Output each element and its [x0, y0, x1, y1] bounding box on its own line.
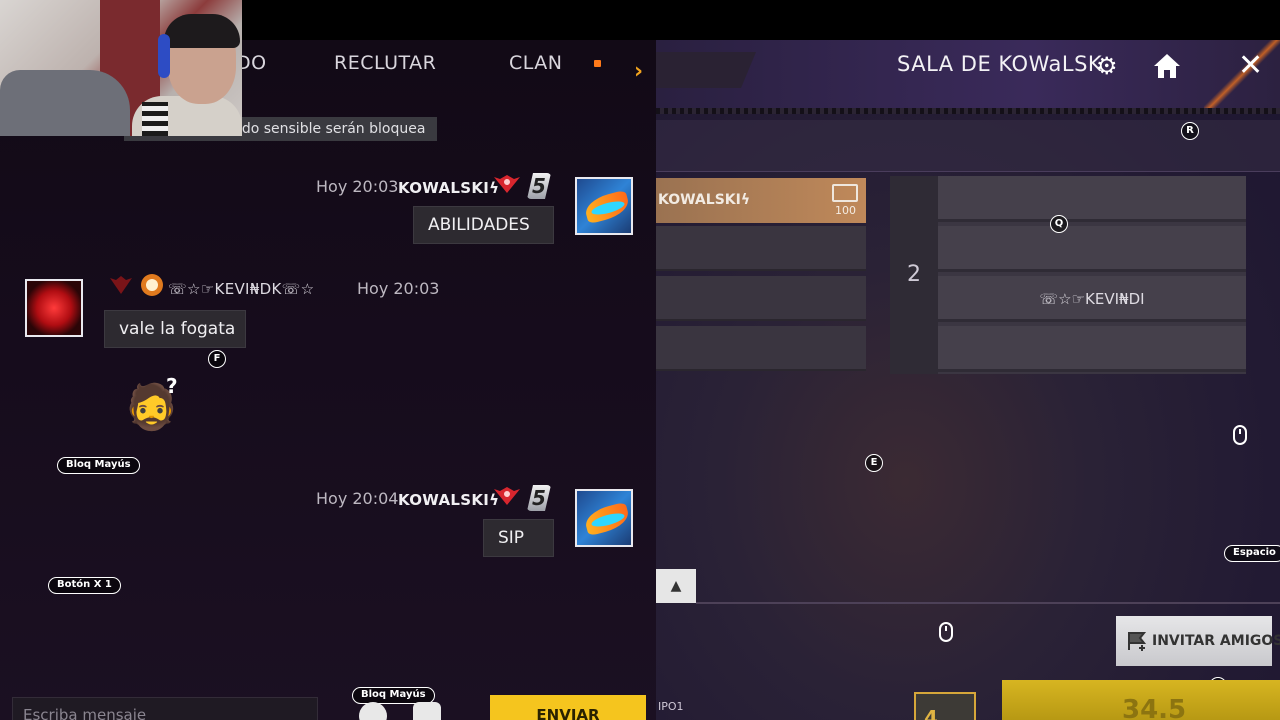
- player-slot-empty[interactable]: [938, 226, 1246, 272]
- rank-badge-icon: [110, 276, 132, 294]
- divider: [696, 602, 1280, 604]
- invite-label: INVITAR AMIGOS: [1152, 633, 1280, 649]
- corner-label: IPO1: [658, 700, 684, 713]
- message-bubble: ABILIDADES: [413, 206, 554, 244]
- lobby-tag: [656, 52, 756, 88]
- webcam-hair: [164, 14, 240, 48]
- tab-reclutar[interactable]: RECLUTAR: [334, 52, 436, 74]
- avatar[interactable]: [575, 489, 633, 547]
- level-badge: 5: [527, 485, 551, 511]
- player-slot-kevi[interactable]: ☏☆☞KEVI₦DI: [938, 276, 1246, 322]
- key-hint-space: Espacio: [1224, 545, 1280, 562]
- flag-add-icon: [1128, 632, 1147, 651]
- player-slot-empty[interactable]: [656, 326, 866, 371]
- home-icon[interactable]: [1152, 52, 1182, 80]
- player-slot-host[interactable]: KOWALSKIϟ 100: [656, 178, 866, 223]
- key-hint-e: E: [865, 454, 883, 472]
- invite-friends-button[interactable]: INVITAR AMIGOS: [1116, 616, 1280, 666]
- webcam-shirt-stripe: [142, 102, 168, 136]
- message-sender[interactable]: KOWALSKIϟ: [398, 491, 499, 509]
- message-time: Hoy 20:04: [316, 489, 399, 508]
- level-badge: 5: [527, 173, 551, 199]
- team-number: 2: [890, 176, 938, 374]
- key-hint-q: Q: [1050, 215, 1068, 233]
- scroll-up-button[interactable]: ▲: [656, 569, 696, 603]
- team-2-panel: 2 ☏☆☞KEVI₦DI: [890, 176, 1246, 374]
- host-name: KOWALSKIϟ: [658, 192, 751, 208]
- message-bubble: vale la fogata: [104, 310, 246, 348]
- monitor-icon: [832, 184, 858, 202]
- gear-icon[interactable]: ⚙: [1096, 54, 1120, 78]
- message-time: Hoy 20:03: [316, 177, 399, 196]
- close-icon[interactable]: ✕: [1238, 51, 1264, 81]
- emblem-icon: [141, 274, 163, 296]
- cube-count: 4: [924, 706, 938, 720]
- send-button[interactable]: ENVIAR: [490, 695, 646, 720]
- key-hint-button-x1: Botón X 1: [48, 577, 121, 594]
- headset-icon: [158, 34, 170, 78]
- player-slot-empty[interactable]: [938, 176, 1246, 222]
- webcam-overlay: [0, 0, 242, 136]
- player-slot-empty[interactable]: [656, 226, 866, 271]
- key-hint-caps: Bloq Mayús: [57, 457, 140, 474]
- key-hint-r: R: [1181, 122, 1199, 140]
- more-options-icon[interactable]: [413, 702, 441, 720]
- notification-dot: [594, 60, 601, 67]
- device-count: 100: [835, 204, 856, 217]
- avatar[interactable]: [25, 279, 83, 337]
- chat-panel: DO RECLUTAR CLAN › jes con contenido sen…: [0, 40, 656, 720]
- emoji-button-icon[interactable]: [359, 702, 387, 720]
- key-hint-f: F: [208, 350, 226, 368]
- message-sender[interactable]: ☏☆☞KEVI₦DK☏☆: [168, 280, 314, 298]
- message-input[interactable]: Escriba mensaje: [12, 697, 318, 720]
- rank-badge-icon: [494, 487, 520, 505]
- cube-item-icon[interactable]: 4: [914, 692, 976, 720]
- player-slot-empty[interactable]: [938, 326, 1246, 372]
- chevron-right-icon[interactable]: ›: [634, 61, 648, 83]
- mouse-icon: [939, 622, 953, 642]
- rank-badge-icon: [494, 175, 520, 193]
- message-bubble: SIP: [483, 519, 554, 557]
- question-mark-icon: ?: [166, 374, 178, 398]
- message-sender[interactable]: KOWALSKIϟ: [398, 179, 499, 197]
- mouse-icon: [1233, 425, 1247, 445]
- tab-clan[interactable]: CLAN: [509, 52, 563, 74]
- message-time: Hoy 20:03: [357, 279, 440, 298]
- lobby-panel: SALA DE KOWaLSK ⚙ ✕ KOWALSKIϟ 100 2 ☏☆☞K…: [656, 40, 1280, 720]
- avatar[interactable]: [575, 177, 633, 235]
- start-button[interactable]: 34.5: [1002, 680, 1280, 720]
- webcam-bed: [0, 70, 130, 136]
- lobby-title: SALA DE KOWaLSK: [897, 52, 1103, 76]
- player-slot-empty[interactable]: [656, 276, 866, 321]
- header-stripe: [656, 108, 1280, 114]
